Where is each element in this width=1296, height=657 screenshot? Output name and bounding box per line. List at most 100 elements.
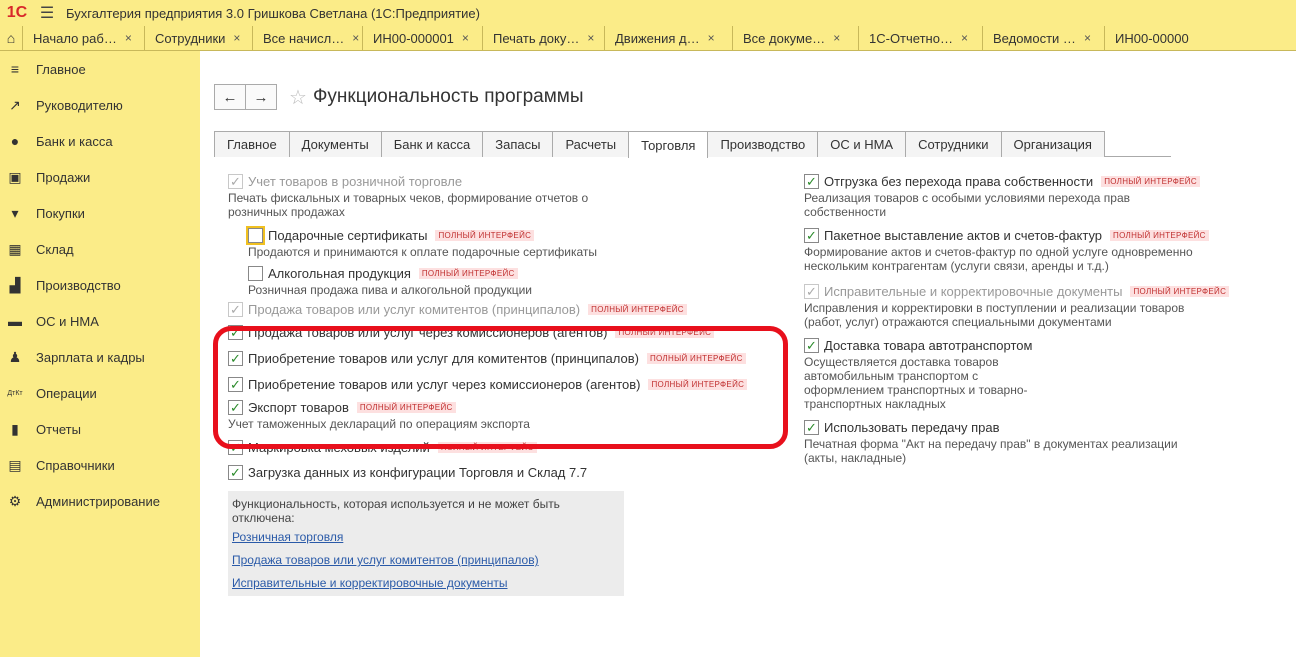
locked-link-retail[interactable]: Розничная торговля	[232, 530, 343, 544]
sidebar-item-label: Покупки	[36, 205, 85, 221]
full-interface-badge: ПОЛНЫЙ ИНТЕРФЕЙС	[418, 267, 518, 279]
main-menu-icon[interactable]: ☰	[34, 3, 60, 23]
locked-link-consign[interactable]: Продажа товаров или услуг комитентов (пр…	[232, 553, 539, 567]
locked-features-panel: Функциональность, которая используется и…	[228, 491, 624, 596]
open-tab-label: Печать доку…	[493, 30, 580, 46]
alco-checkbox[interactable]	[248, 265, 263, 281]
close-icon[interactable]: ×	[1084, 31, 1091, 45]
sidebar-item-warehouse[interactable]: ▦ Склад	[0, 231, 200, 267]
close-icon[interactable]: ×	[708, 31, 715, 45]
close-icon[interactable]: ×	[462, 31, 469, 45]
sidebar-item-production[interactable]: ▟ Производство	[0, 267, 200, 303]
open-tab[interactable]: Начало раб… ×	[22, 25, 144, 51]
red-highlight-frame	[213, 326, 788, 449]
open-tab[interactable]: Движения д… ×	[604, 25, 732, 51]
option-load: ✓ Загрузка данных из конфигурации Торгов…	[228, 459, 788, 485]
correct-checkbox[interactable]: ✓	[804, 283, 819, 299]
delivery-description: Осуществляется доставка товаров автомоби…	[804, 355, 1028, 411]
gift-checkbox[interactable]	[246, 225, 265, 245]
open-tab-label: ИН00-00000	[1115, 30, 1189, 46]
open-tab-label: Сотрудники	[155, 30, 226, 46]
open-tab[interactable]: 1С-Отчетно… ×	[858, 25, 982, 51]
close-icon[interactable]: ×	[352, 31, 359, 45]
back-button[interactable]: ←	[214, 84, 246, 110]
gift-label: Подарочные сертификаты	[268, 227, 428, 243]
retail-checkbox[interactable]: ✓	[228, 173, 243, 189]
home-icon[interactable]: ⌂	[0, 26, 22, 51]
sidebar-item-main[interactable]: ≡ Главное	[0, 51, 200, 87]
open-tab-label: ИН00-000001	[373, 30, 454, 46]
sidebar-item-reports[interactable]: ▮ Отчеты	[0, 411, 200, 447]
sidebar-item-directories[interactable]: ▤ Справочники	[0, 447, 200, 483]
tab-trade[interactable]: Торговля	[628, 131, 709, 158]
gift-description: Продаются и принимаются к оплате подароч…	[248, 245, 598, 259]
form-tabs: Главное Документы Банк и касса Запасы Ра…	[214, 131, 1171, 158]
sidebar-item-payroll[interactable]: ♟ Зарплата и кадры	[0, 339, 200, 375]
cart-icon: ▾	[11, 204, 19, 221]
sidebar-item-label: Продажи	[36, 169, 91, 185]
open-tab-label: Все начисл…	[263, 30, 345, 46]
tab-production[interactable]: Производство	[707, 131, 819, 157]
retail-description: Печать фискальных и товарных чеков, форм…	[228, 191, 589, 219]
option-delivery: ✓ Доставка товара автотранспортом	[804, 335, 1279, 355]
option-correct: ✓ Исправительные и корректировочные доку…	[804, 281, 1279, 301]
shipment-checkbox[interactable]: ✓	[804, 173, 819, 189]
option-batch: ✓ Пакетное выставление актов и счетов-фа…	[804, 225, 1279, 245]
tab-settlements[interactable]: Расчеты	[552, 131, 630, 157]
tab-employees[interactable]: Сотрудники	[905, 131, 1002, 157]
operations-icon: ДтКт	[7, 389, 23, 397]
open-tab[interactable]: Печать доку… ×	[482, 25, 604, 51]
shipment-description: Реализация товаров с особыми условиями п…	[804, 191, 1131, 219]
consign-sale-label: Продажа товаров или услуг комитентов (пр…	[248, 301, 581, 317]
sidebar-item-sales[interactable]: ▣ Продажи	[0, 159, 200, 195]
tab-organization[interactable]: Организация	[1000, 131, 1105, 157]
close-icon[interactable]: ×	[961, 31, 968, 45]
tab-stock[interactable]: Запасы	[482, 131, 554, 157]
sidebar-item-purchases[interactable]: ▾ Покупки	[0, 195, 200, 231]
open-tab[interactable]: Ведомости … ×	[982, 25, 1104, 51]
close-icon[interactable]: ×	[833, 31, 840, 45]
open-tab[interactable]: Сотрудники ×	[144, 25, 252, 51]
open-tab[interactable]: Все докуме… ×	[732, 25, 858, 51]
locked-link-correct[interactable]: Исправительные и корректировочные докуме…	[232, 576, 508, 590]
open-tab[interactable]: ИН00-000001 ×	[362, 25, 482, 51]
person-icon: ♟	[8, 348, 22, 365]
consign-sale-checkbox[interactable]: ✓	[228, 301, 243, 317]
sidebar-item-operations[interactable]: ДтКт Операции	[0, 375, 200, 411]
sidebar-item-admin[interactable]: ⚙ Администрирование	[0, 483, 200, 519]
sidebar-item-bank[interactable]: ● Банк и касса	[0, 123, 200, 159]
batch-description: Формирование актов и счетов-фактур по од…	[804, 245, 1193, 273]
open-tab-label: 1С-Отчетно…	[869, 30, 953, 46]
close-icon[interactable]: ×	[125, 31, 132, 45]
form-header: ← → ☆ Функциональность программы	[214, 84, 584, 110]
open-tab[interactable]: ИН00-00000	[1104, 25, 1210, 51]
sidebar-item-label: Главное	[36, 61, 86, 77]
batch-checkbox[interactable]: ✓	[804, 227, 819, 243]
bag-icon: ▣	[8, 168, 22, 185]
tab-main[interactable]: Главное	[214, 131, 290, 157]
tab-bank[interactable]: Банк и касса	[380, 131, 484, 157]
open-tab[interactable]: Все начисл… ×	[252, 25, 362, 51]
open-tab-label: Движения д…	[615, 30, 700, 46]
close-icon[interactable]: ×	[233, 31, 240, 45]
retail-label: Учет товаров в розничной торговле	[248, 173, 463, 189]
tab-assets[interactable]: ОС и НМА	[817, 131, 907, 157]
shipment-label: Отгрузка без перехода права собственност…	[824, 173, 1094, 189]
sidebar-item-assets[interactable]: ▬ ОС и НМА	[0, 303, 200, 339]
app-title: Бухгалтерия предприятия 3.0 Гришкова Све…	[66, 5, 480, 21]
delivery-checkbox[interactable]: ✓	[804, 337, 819, 353]
star-icon[interactable]: ☆	[289, 85, 307, 110]
sidebar-item-manager[interactable]: ↗ Руководителю	[0, 87, 200, 123]
load-checkbox[interactable]: ✓	[228, 464, 243, 480]
rights-checkbox[interactable]: ✓	[804, 419, 819, 435]
open-tabs-bar: ⌂ Начало раб… × Сотрудники × Все начисл… × …	[0, 25, 1296, 51]
full-interface-badge: ПОЛНЫЙ ИНТЕРФЕЙС	[1110, 229, 1209, 241]
sidebar-item-label: Операции	[36, 385, 97, 401]
full-interface-badge: ПОЛНЫЙ ИНТЕРФЕЙС	[1130, 285, 1230, 297]
tab-documents[interactable]: Документы	[288, 131, 382, 157]
close-icon[interactable]: ×	[587, 31, 594, 45]
full-interface-badge: ПОЛНЫЙ ИНТЕРФЕЙС	[435, 229, 535, 241]
forward-button[interactable]: →	[245, 84, 277, 110]
rights-label: Использовать передачу прав	[824, 419, 1000, 435]
open-tab-label: Начало раб…	[33, 30, 117, 46]
